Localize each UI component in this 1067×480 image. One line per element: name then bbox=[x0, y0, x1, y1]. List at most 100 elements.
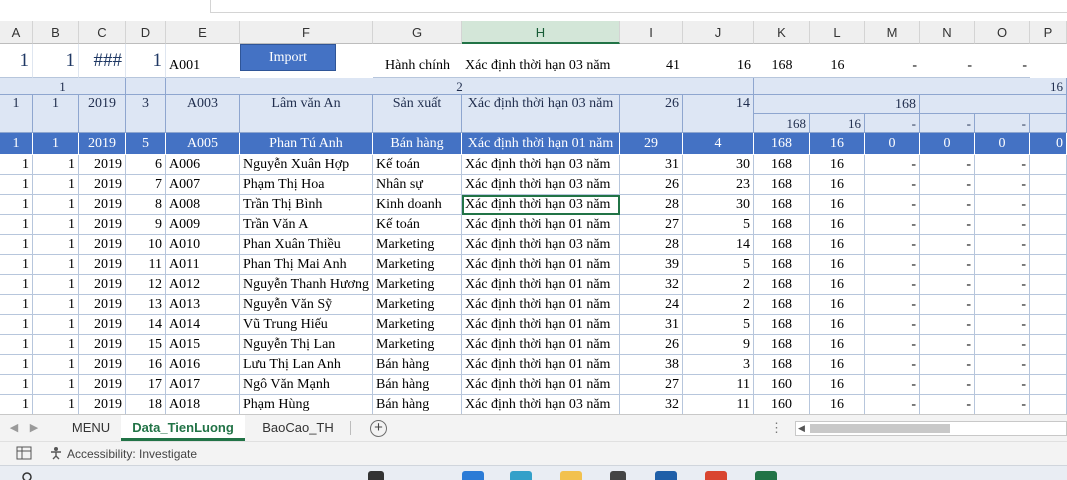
cell-month[interactable]: 1 bbox=[33, 235, 79, 255]
cell-col-m[interactable]: - bbox=[865, 255, 920, 275]
cell-department[interactable]: Marketing bbox=[373, 255, 462, 275]
cell-department[interactable]: Kinh doanh bbox=[373, 195, 462, 215]
cell-employee-id[interactable]: A010 bbox=[166, 235, 240, 255]
cell-seq[interactable]: 1 bbox=[0, 335, 33, 355]
cell-col-o[interactable]: - bbox=[975, 255, 1030, 275]
cell-col-p[interactable] bbox=[1030, 355, 1067, 375]
start-icon[interactable] bbox=[462, 471, 484, 480]
tab-scroll-left-icon[interactable]: ◀ bbox=[6, 415, 22, 441]
cell-month[interactable]: 1 bbox=[33, 255, 79, 275]
cell-employee-id[interactable]: A017 bbox=[166, 375, 240, 395]
cell-col-p[interactable] bbox=[1030, 295, 1067, 315]
cell-seq[interactable]: 1 bbox=[0, 315, 33, 335]
cell-col-i[interactable]: 28 bbox=[620, 195, 683, 215]
cell-seq[interactable]: 1 bbox=[0, 375, 33, 395]
cell-col-n[interactable]: - bbox=[920, 155, 975, 175]
cell-contract[interactable]: Xác định thời hạn 01 năm bbox=[462, 375, 620, 395]
cell-seq[interactable]: 1 bbox=[0, 175, 33, 195]
app-icon[interactable] bbox=[655, 471, 677, 480]
cell-col-p[interactable] bbox=[1030, 155, 1067, 175]
chrome-icon[interactable] bbox=[705, 471, 727, 480]
column-header-p[interactable]: P bbox=[1030, 21, 1067, 44]
cell-col-o[interactable]: - bbox=[975, 295, 1030, 315]
cell-index[interactable]: 16 bbox=[126, 355, 166, 375]
cell-col-l[interactable]: 16 bbox=[810, 335, 865, 355]
cell-col-l[interactable]: 16 bbox=[810, 155, 865, 175]
cell-year[interactable]: 2019 bbox=[79, 355, 126, 375]
cell-col-l[interactable]: 16 bbox=[810, 315, 865, 335]
cell-col-m[interactable]: - bbox=[865, 395, 920, 414]
cell-year[interactable]: 2019 bbox=[79, 315, 126, 335]
cell-col-l[interactable]: 16 bbox=[810, 195, 865, 215]
cell-A2-merged[interactable]: 1 bbox=[0, 78, 126, 95]
scroll-left-arrow-icon[interactable]: ◀ bbox=[798, 422, 805, 435]
cell-department[interactable]: Marketing bbox=[373, 315, 462, 335]
cell-E2-merged[interactable]: 2 bbox=[166, 78, 754, 95]
cell-year[interactable]: 2019 bbox=[79, 255, 126, 275]
cell-K5[interactable]: 168 bbox=[754, 133, 810, 155]
cell-col-l[interactable]: 16 bbox=[810, 295, 865, 315]
cell-K3-merged[interactable]: 168 bbox=[754, 95, 920, 114]
cell-col-o[interactable]: - bbox=[975, 215, 1030, 235]
cell-employee-name[interactable]: Phạm Hùng bbox=[240, 395, 373, 414]
cell-J3[interactable]: 14 bbox=[683, 95, 754, 133]
cell-seq[interactable]: 1 bbox=[0, 235, 33, 255]
cell-col-p[interactable] bbox=[1030, 375, 1067, 395]
cell-col-i[interactable]: 38 bbox=[620, 355, 683, 375]
cell-col-o[interactable]: - bbox=[975, 395, 1030, 414]
cell-col-m[interactable]: - bbox=[865, 315, 920, 335]
cell-employee-id[interactable]: A013 bbox=[166, 295, 240, 315]
cell-B3[interactable]: 1 bbox=[33, 95, 79, 133]
cell-col-l[interactable]: 16 bbox=[810, 235, 865, 255]
cell-contract[interactable]: Xác định thời hạn 01 năm bbox=[462, 275, 620, 295]
cell-year[interactable]: 2019 bbox=[79, 195, 126, 215]
cell-department[interactable]: Nhân sự bbox=[373, 175, 462, 195]
tab-baocao-th[interactable]: BaoCao_TH bbox=[246, 415, 350, 441]
cell-col-p[interactable] bbox=[1030, 335, 1067, 355]
cell-H5[interactable]: Xác định thời hạn 01 năm bbox=[462, 133, 620, 155]
column-header-m[interactable]: M bbox=[865, 21, 920, 44]
cell-E1[interactable]: A001 bbox=[166, 54, 240, 78]
cell-employee-name[interactable]: Nguyễn Thị Lan bbox=[240, 335, 373, 355]
cell-month[interactable]: 1 bbox=[33, 195, 79, 215]
cell-year[interactable]: 2019 bbox=[79, 295, 126, 315]
cell-index[interactable]: 7 bbox=[126, 175, 166, 195]
cell-employee-id[interactable]: A016 bbox=[166, 355, 240, 375]
cell-H3[interactable]: Xác định thời hạn 03 năm bbox=[462, 95, 620, 133]
cell-col-k[interactable]: 168 bbox=[754, 315, 810, 335]
cell-D2[interactable] bbox=[126, 78, 166, 95]
horizontal-scrollbar[interactable]: ◀ bbox=[795, 421, 1067, 436]
cell-col-m[interactable]: - bbox=[865, 335, 920, 355]
cell-M5[interactable]: 0 bbox=[865, 133, 920, 155]
cell-col-k[interactable]: 168 bbox=[754, 195, 810, 215]
worksheet-grid[interactable]: 1 1 ### 1 A001 Hành chính Xác định thời … bbox=[0, 44, 1067, 414]
cell-P5[interactable]: 0 bbox=[1030, 133, 1067, 155]
cell-I1[interactable]: 41 bbox=[620, 54, 683, 78]
cell-col-m[interactable]: - bbox=[865, 275, 920, 295]
cell-employee-id[interactable]: A014 bbox=[166, 315, 240, 335]
cell-col-l[interactable]: 16 bbox=[810, 355, 865, 375]
cell-col-i[interactable]: 27 bbox=[620, 215, 683, 235]
cell-col-k[interactable]: 168 bbox=[754, 155, 810, 175]
cell-col-n[interactable]: - bbox=[920, 215, 975, 235]
cell-col-p[interactable] bbox=[1030, 275, 1067, 295]
cell-col-j[interactable]: 14 bbox=[683, 235, 754, 255]
column-header-d[interactable]: D bbox=[126, 21, 166, 44]
cell-month[interactable]: 1 bbox=[33, 315, 79, 335]
cell-employee-name[interactable]: Trần Văn A bbox=[240, 215, 373, 235]
column-header-n[interactable]: N bbox=[920, 21, 975, 44]
cell-contract[interactable]: Xác định thời hạn 03 năm bbox=[462, 175, 620, 195]
cell-col-j[interactable]: 5 bbox=[683, 215, 754, 235]
cell-K1[interactable]: 168 bbox=[754, 54, 810, 78]
cell-N1[interactable]: - bbox=[920, 54, 975, 78]
cell-col-i[interactable]: 26 bbox=[620, 335, 683, 355]
cell-department[interactable]: Marketing bbox=[373, 275, 462, 295]
import-button[interactable]: Import bbox=[240, 44, 336, 71]
cell-col-o[interactable]: - bbox=[975, 235, 1030, 255]
tab-scroll-right-icon[interactable]: ▶ bbox=[26, 415, 42, 441]
cell-C5[interactable]: 2019 bbox=[79, 133, 126, 155]
cell-col-l[interactable]: 16 bbox=[810, 215, 865, 235]
cell-O5[interactable]: 0 bbox=[975, 133, 1030, 155]
cell-C1[interactable]: ### bbox=[79, 44, 126, 78]
cell-year[interactable]: 2019 bbox=[79, 155, 126, 175]
